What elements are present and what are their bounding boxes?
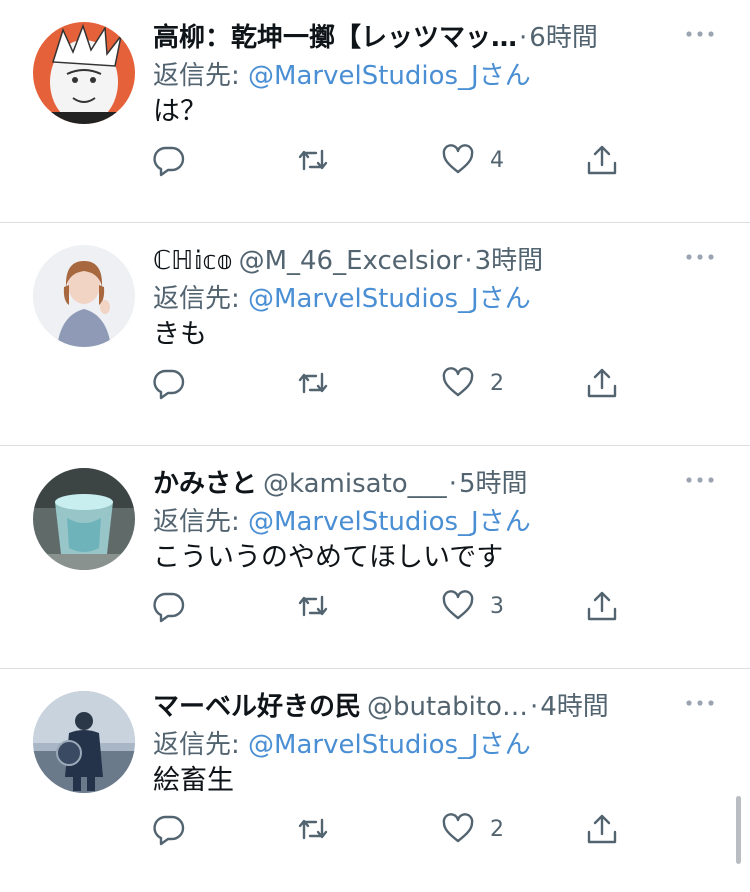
like-icon: [442, 144, 474, 174]
tweet-header: かみさと @kamisato___·5時間: [153, 464, 673, 504]
reply-button[interactable]: [152, 809, 201, 849]
share-button[interactable]: [585, 586, 619, 626]
like-count: 4: [490, 147, 504, 173]
separator-dot: ·: [519, 23, 528, 53]
share-button[interactable]: [585, 363, 619, 403]
timestamp[interactable]: 5時間: [459, 469, 528, 499]
tweet[interactable]: かみさと @kamisato___·5時間 返信先: @MarvelStudios…: [0, 446, 750, 669]
timestamp[interactable]: 3時間: [475, 246, 544, 276]
user-handle[interactable]: @kamisato___: [263, 469, 447, 499]
tweet-actions: 2: [150, 363, 650, 403]
tweet-text: きも: [153, 319, 207, 350]
tweet-text: 絵畜生: [153, 765, 234, 796]
reply-button[interactable]: [152, 586, 201, 626]
tweet[interactable]: マーベル好きの民 @butabito…·4時間 返信先: @MarvelStudi…: [0, 669, 750, 892]
separator-dot: ·: [448, 469, 457, 499]
reply-context: 返信先: @MarvelStudios_Jさん: [153, 280, 531, 318]
user-handle[interactable]: @M_46_Excelsior: [239, 246, 463, 276]
more-icon[interactable]: [685, 693, 715, 713]
avatar[interactable]: [33, 691, 135, 793]
reply-icon: [153, 592, 185, 623]
retweet-icon: [298, 595, 328, 617]
reply-button[interactable]: [152, 363, 201, 403]
like-button[interactable]: 2: [441, 809, 504, 849]
tweet[interactable]: ℂℍ𝕚𝕔𝕠 @M_46_Excelsior·3時間 返信先: @MarvelStu…: [0, 223, 750, 446]
retweet-button[interactable]: [296, 140, 345, 180]
tweet-header: 高柳：乾坤一擲【レッツマッ…·6時間: [153, 18, 673, 58]
retweet-icon: [298, 149, 328, 171]
avatar[interactable]: [33, 468, 135, 570]
reply-mention-link[interactable]: @MarvelStudios_Jさん: [248, 730, 531, 760]
retweet-button[interactable]: [296, 809, 345, 849]
tweet-header: ℂℍ𝕚𝕔𝕠 @M_46_Excelsior·3時間: [153, 241, 673, 281]
like-button[interactable]: 2: [441, 363, 504, 403]
separator-dot: ·: [529, 692, 539, 722]
like-button[interactable]: 3: [441, 586, 504, 626]
like-icon: [442, 590, 474, 620]
avatar[interactable]: [33, 22, 135, 124]
reply-icon: [153, 146, 185, 177]
tweet[interactable]: 高柳：乾坤一擲【レッツマッ…·6時間 返信先: @MarvelStudios_J…: [0, 0, 750, 223]
more-icon[interactable]: [685, 247, 715, 267]
reply-mention-link[interactable]: @MarvelStudios_Jさん: [248, 284, 531, 314]
reply-mention-link[interactable]: @MarvelStudios_Jさん: [248, 61, 531, 91]
share-icon: [587, 368, 617, 398]
like-icon: [442, 813, 474, 843]
share-icon: [587, 814, 617, 844]
display-name[interactable]: マーベル好きの民: [153, 692, 361, 722]
tweet-text: は？: [153, 96, 207, 127]
display-name[interactable]: 高柳：乾坤一擲【レッツマッ…: [153, 23, 517, 53]
scrollbar[interactable]: [736, 796, 741, 864]
reply-icon: [153, 369, 185, 400]
reply-prefix: 返信先:: [153, 507, 249, 537]
reply-prefix: 返信先:: [153, 730, 249, 760]
reply-button[interactable]: [152, 140, 201, 180]
separator-dot: ·: [464, 246, 473, 276]
avatar[interactable]: [33, 245, 135, 347]
more-icon[interactable]: [685, 470, 715, 490]
reply-icon: [153, 815, 185, 846]
share-icon: [587, 145, 617, 175]
reply-prefix: 返信先:: [153, 61, 249, 91]
share-button[interactable]: [585, 140, 619, 180]
reply-context: 返信先: @MarvelStudios_Jさん: [153, 57, 531, 95]
tweet-actions: 4: [150, 140, 650, 180]
tweet-header: マーベル好きの民 @butabito…·4時間: [153, 687, 673, 727]
reply-prefix: 返信先:: [153, 284, 249, 314]
timestamp[interactable]: 4時間: [540, 692, 609, 722]
share-icon: [587, 591, 617, 621]
tweet-actions: 2: [150, 809, 650, 849]
like-icon: [442, 367, 474, 397]
like-button[interactable]: 4: [441, 140, 504, 180]
display-name[interactable]: かみさと: [153, 469, 257, 499]
user-handle[interactable]: @butabito…: [367, 692, 528, 722]
tweet-actions: 3: [150, 586, 650, 626]
tweet-text: こういうのやめてほしいです: [153, 542, 504, 573]
like-count: 2: [490, 370, 504, 396]
timestamp[interactable]: 6時間: [529, 23, 598, 53]
display-name[interactable]: ℂℍ𝕚𝕔𝕠: [153, 246, 233, 276]
share-button[interactable]: [585, 809, 619, 849]
reply-mention-link[interactable]: @MarvelStudios_Jさん: [248, 507, 531, 537]
retweet-icon: [298, 818, 328, 840]
retweet-button[interactable]: [296, 586, 345, 626]
retweet-icon: [298, 372, 328, 394]
like-count: 2: [490, 816, 504, 842]
more-icon[interactable]: [685, 24, 715, 44]
like-count: 3: [490, 593, 504, 619]
retweet-button[interactable]: [296, 363, 345, 403]
